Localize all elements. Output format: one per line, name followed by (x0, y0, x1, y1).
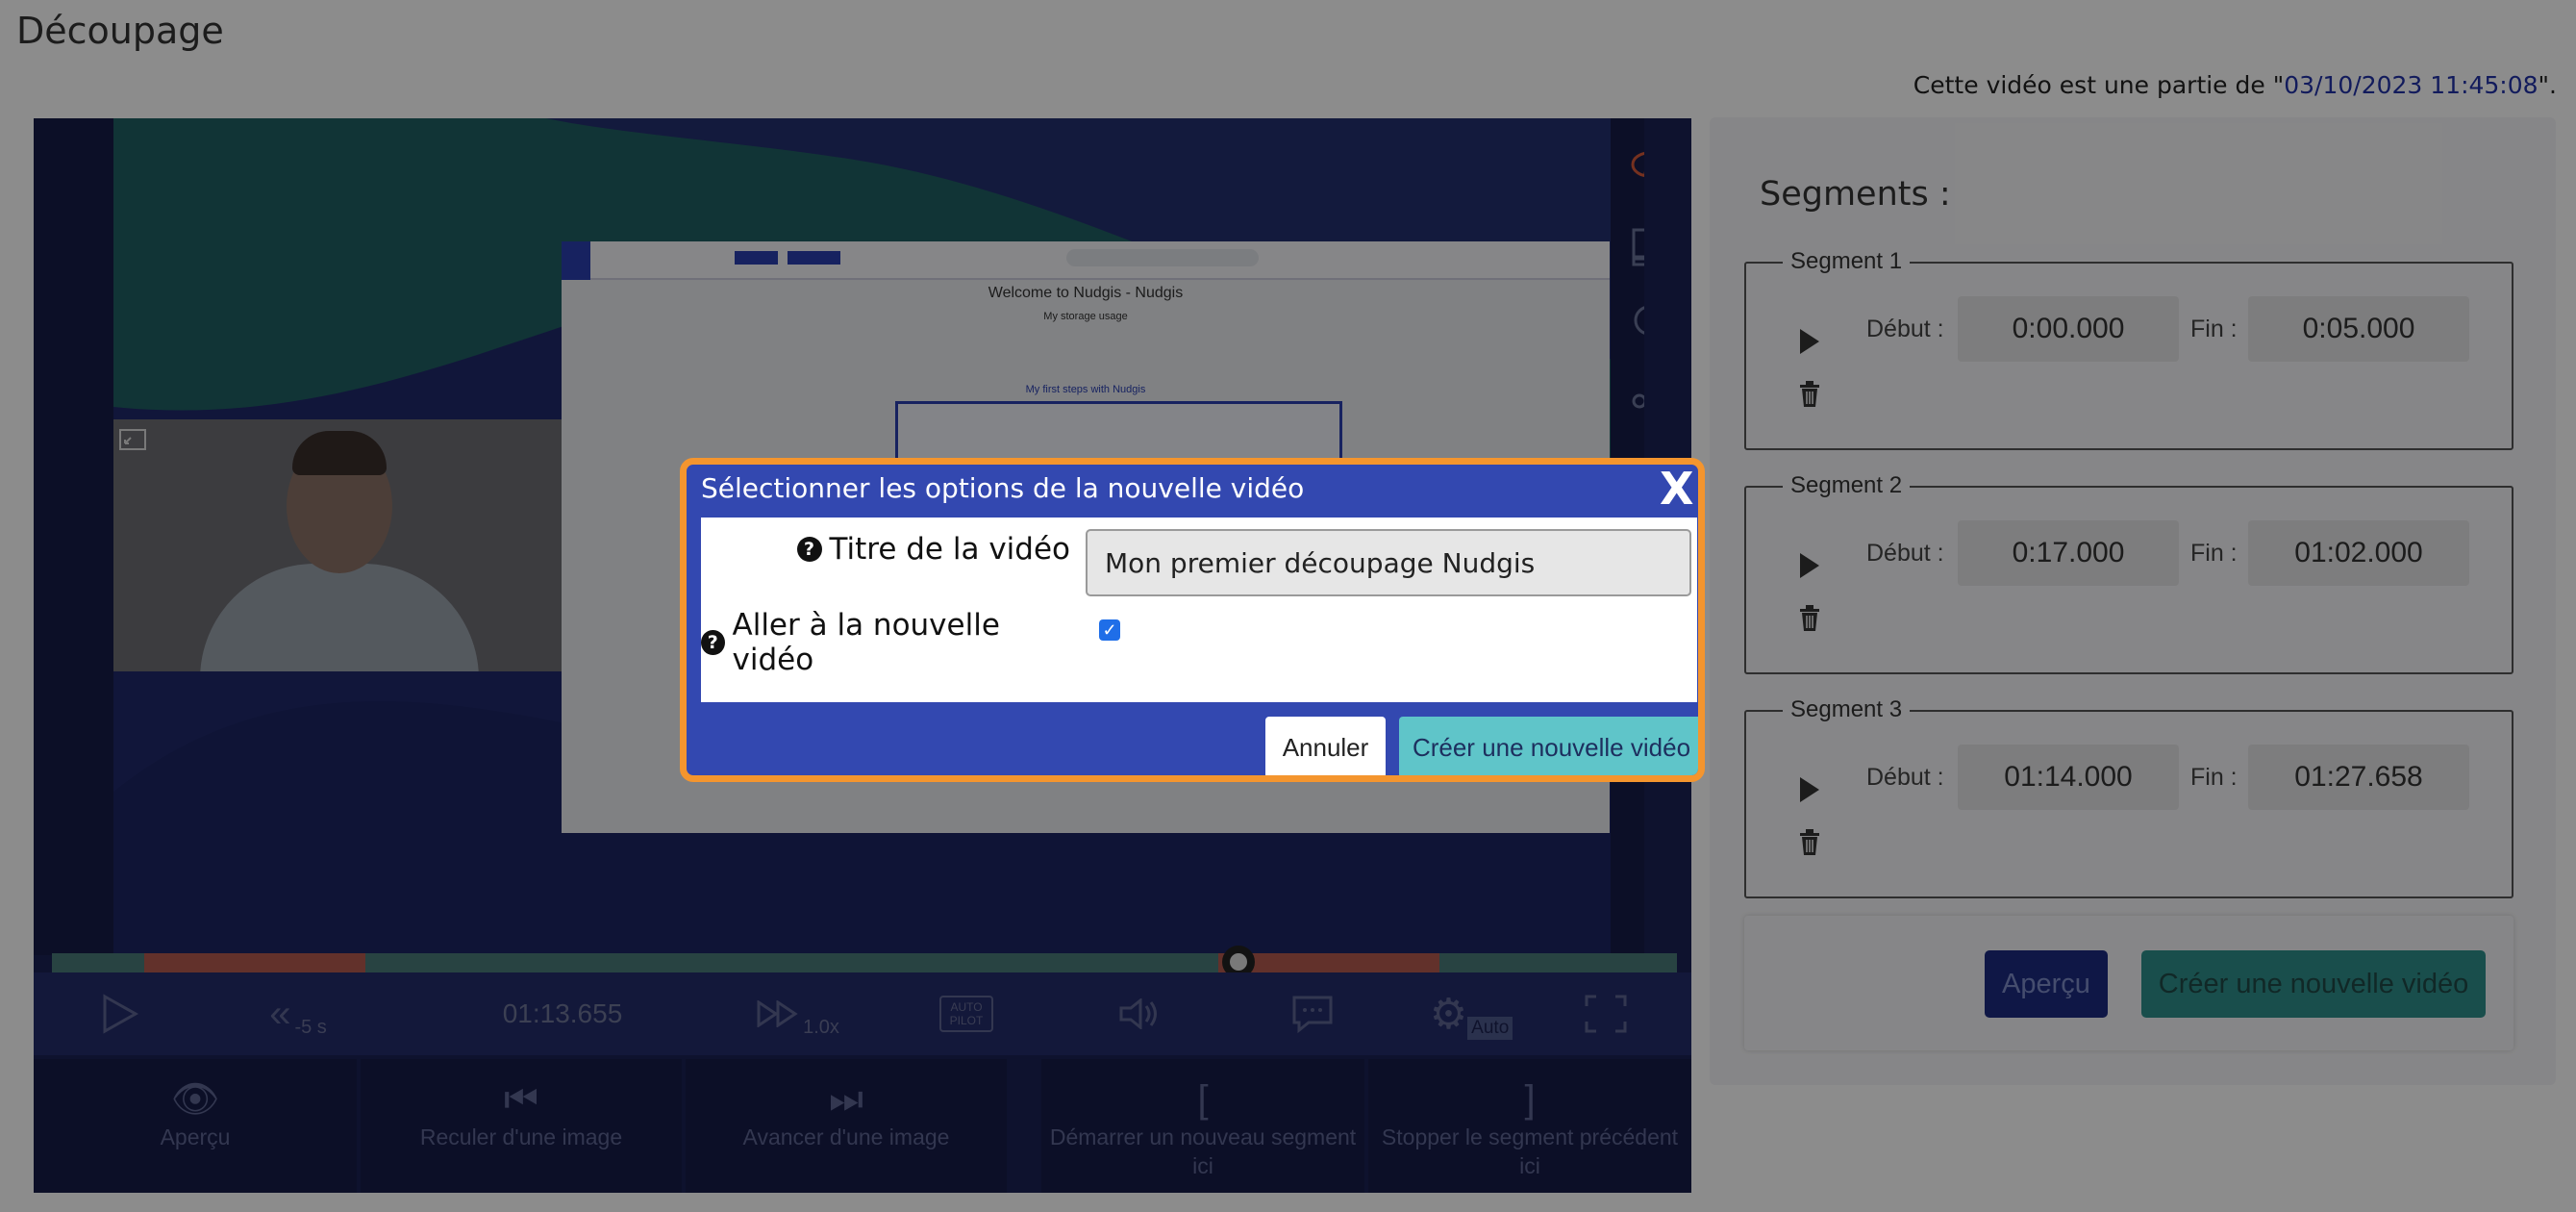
video-title-input[interactable] (1086, 529, 1691, 596)
video-title-label: Titre de la vidéo (829, 532, 1070, 567)
new-video-options-dialog: Sélectionner les options de la nouvelle … (680, 458, 1705, 782)
close-button[interactable]: X (1660, 465, 1693, 513)
dialog-body: ? Titre de la vidéo ? Aller à la nouvell… (701, 518, 1697, 702)
goto-label-row: ? Aller à la nouvelle vidéo (701, 608, 1070, 677)
video-title-label-row: ? Titre de la vidéo (796, 525, 1070, 573)
help-icon[interactable]: ? (796, 537, 822, 562)
create-new-video-button[interactable]: Créer une nouvelle vidéo (1399, 717, 1698, 775)
dialog-title: Sélectionner les options de la nouvelle … (701, 472, 1305, 504)
cancel-button[interactable]: Annuler (1265, 717, 1386, 775)
goto-new-video-checkbox[interactable]: ✓ (1099, 619, 1120, 641)
goto-new-video-label: Aller à la nouvelle vidéo (732, 608, 1000, 677)
help-icon[interactable]: ? (701, 630, 725, 655)
checkmark-icon: ✓ (1102, 619, 1117, 640)
